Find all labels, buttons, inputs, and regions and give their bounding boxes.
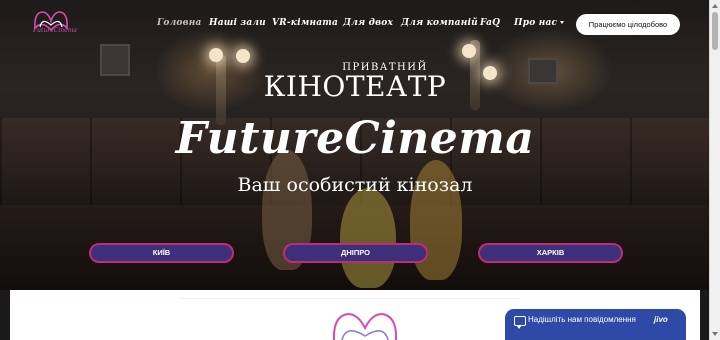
logo-text: FutureCinema [33, 27, 77, 34]
divider [180, 298, 520, 299]
scroll-up-arrow-icon[interactable] [711, 1, 719, 10]
nav-item-halls[interactable]: Наші зали [209, 18, 266, 32]
chat-widget[interactable]: Надішліть нам повідомлення jivo [505, 309, 686, 340]
hero-brand: FutureCinema [175, 113, 535, 164]
scrollbar-thumb[interactable] [712, 12, 718, 50]
hero-tagline: Ваш особистий кінозал [237, 174, 473, 196]
page-scrollbar[interactable] [709, 0, 720, 340]
city-button-kyiv[interactable]: КИЇВ [89, 243, 234, 263]
chat-label: Надішліть нам повідомлення [528, 315, 636, 324]
nav-item-about-label: Про нас [514, 18, 558, 28]
light-left-2 [236, 49, 250, 63]
nav-item-home[interactable]: Головна [157, 18, 202, 32]
nav-item-about[interactable]: Про нас [514, 18, 565, 32]
logo-icon-large [332, 312, 398, 340]
guest-center [340, 188, 396, 288]
city-button-dnipro[interactable]: ДНІПРО [283, 243, 428, 263]
nav-item-faq[interactable]: FaQ [480, 18, 500, 32]
scroll-down-arrow-icon[interactable] [711, 330, 719, 339]
nav-item-for-two[interactable]: Для двох [343, 18, 393, 32]
light-left [209, 48, 223, 62]
nav-item-for-companies[interactable]: Для компаній [401, 18, 478, 32]
chat-brand: jivo [654, 315, 668, 324]
chevron-down-icon [560, 21, 565, 24]
nav-item-vr-room[interactable]: VR-кімната [272, 18, 338, 32]
open-hours-button[interactable]: Працюємо цілодобово [576, 14, 680, 35]
city-button-kharkiv[interactable]: ХАРКІВ [478, 243, 623, 263]
hero-headline: КІНОТЕАТР [263, 70, 447, 103]
light-right [462, 44, 476, 58]
top-navigation: FutureCinema Головна Наші зали VR-кімнат… [0, 0, 710, 44]
chat-bubble-icon [514, 316, 526, 329]
